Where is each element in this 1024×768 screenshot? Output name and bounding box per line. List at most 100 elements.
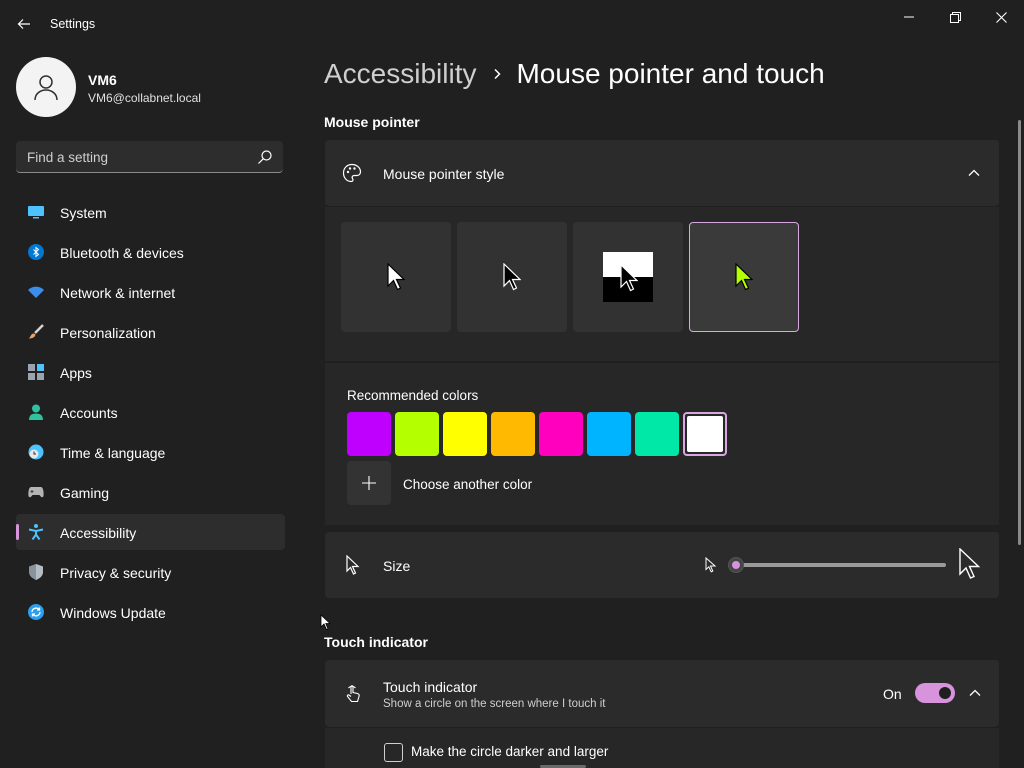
color-swatch-yellow[interactable] [443, 412, 487, 456]
large-pointer-icon [958, 547, 981, 585]
search-input[interactable]: Find a setting [16, 141, 283, 173]
pointer-style-custom[interactable] [689, 222, 799, 332]
page-title: Mouse pointer and touch [516, 58, 825, 89]
back-button[interactable] [12, 12, 36, 36]
search-placeholder: Find a setting [27, 150, 109, 165]
accessibility-icon [28, 524, 44, 540]
pointer-style-inverted[interactable] [573, 222, 683, 332]
app-title: Settings [50, 17, 96, 31]
close-icon [995, 11, 1007, 23]
pointer-style-options [325, 206, 999, 361]
recommended-colors-panel: Recommended colors Choose another color [325, 362, 999, 525]
sidebar-item-gaming[interactable]: Gaming [16, 474, 285, 510]
profile-email: VM6@collabnet.local [88, 91, 201, 105]
close-button[interactable] [978, 4, 1024, 30]
gamepad-icon [28, 484, 44, 500]
touch-hand-icon [343, 683, 363, 703]
pointer-style-white[interactable] [341, 222, 451, 332]
choose-color-label[interactable]: Choose another color [403, 477, 532, 492]
mouse-pointer-style-label: Mouse pointer style [383, 166, 505, 182]
globe-clock-icon [28, 444, 44, 460]
inverted-preview [603, 252, 653, 302]
color-swatch-pink[interactable] [539, 412, 583, 456]
bluetooth-icon [28, 244, 44, 260]
update-icon [28, 604, 44, 620]
touch-indicator-toggle[interactable] [915, 683, 955, 703]
minimize-icon [904, 16, 914, 18]
darker-circle-checkbox[interactable] [384, 743, 403, 762]
sidebar-item-label: System [60, 205, 107, 221]
sidebar-item-label: Privacy & security [60, 565, 172, 581]
sidebar-item-label: Accessibility [60, 525, 137, 541]
wifi-icon [28, 284, 44, 300]
sidebar-item-label: Apps [60, 365, 92, 381]
sidebar-item-label: Windows Update [60, 605, 166, 621]
cursor-white-icon [387, 263, 405, 291]
sidebar-item-label: Time & language [60, 445, 166, 461]
sidebar-item-apps[interactable]: Apps [16, 354, 285, 390]
apps-icon [28, 364, 44, 380]
sidebar-item-accessibility[interactable]: Accessibility [16, 514, 285, 550]
sidebar-item-label: Bluetooth & devices [60, 245, 184, 261]
pointer-outline-icon [343, 555, 363, 575]
sidebar-item-windows-update[interactable]: Windows Update [16, 594, 285, 630]
chevron-up-icon[interactable] [966, 165, 982, 181]
sidebar-nav: System Bluetooth & devices Network & int… [16, 194, 285, 634]
color-swatch-white[interactable] [683, 412, 727, 456]
breadcrumb: Accessibility Mouse pointer and touch [324, 58, 825, 90]
avatar[interactable] [16, 57, 76, 117]
mouse-cursor-icon [320, 614, 331, 631]
recommended-colors-label: Recommended colors [347, 388, 479, 403]
search-icon[interactable] [257, 149, 273, 165]
color-swatch-purple[interactable] [347, 412, 391, 456]
title-bar: Settings [0, 0, 1024, 48]
chevron-right-icon [492, 68, 502, 80]
sidebar-item-system[interactable]: System [16, 194, 285, 230]
sidebar-item-label: Personalization [60, 325, 156, 341]
system-icon [28, 204, 44, 220]
cursor-black-icon [503, 263, 521, 291]
breadcrumb-parent-link[interactable]: Accessibility [324, 58, 476, 90]
plus-icon [362, 476, 376, 490]
touch-indicator-label: Touch indicator [383, 679, 478, 695]
pointer-style-black[interactable] [457, 222, 567, 332]
chevron-up-icon[interactable] [967, 685, 983, 701]
sidebar-item-bluetooth[interactable]: Bluetooth & devices [16, 234, 285, 270]
section-title-touch-indicator: Touch indicator [324, 634, 428, 650]
choose-color-button[interactable] [347, 461, 391, 505]
sidebar-item-network[interactable]: Network & internet [16, 274, 285, 310]
brush-icon [28, 324, 44, 340]
accounts-icon [28, 404, 44, 420]
shield-icon [28, 564, 44, 580]
sidebar-item-personalization[interactable]: Personalization [16, 314, 285, 350]
cursor-inverted-icon [620, 264, 638, 292]
sidebar-item-label: Accounts [60, 405, 118, 421]
back-arrow-icon [17, 19, 30, 29]
color-swatch-blue[interactable] [587, 412, 631, 456]
color-swatch-orange[interactable] [491, 412, 535, 456]
touch-indicator-description: Show a circle on the screen where I touc… [383, 698, 606, 710]
section-title-mouse-pointer: Mouse pointer [324, 114, 420, 130]
mouse-pointer-style-card[interactable]: Mouse pointer style [325, 140, 999, 206]
small-pointer-icon [705, 556, 717, 578]
cursor-custom-icon [735, 263, 753, 291]
sidebar-item-accounts[interactable]: Accounts [16, 394, 285, 430]
palette-icon [342, 163, 362, 183]
sidebar-item-time-language[interactable]: Time & language [16, 434, 285, 470]
sidebar-item-label: Network & internet [60, 285, 176, 301]
sidebar-item-privacy[interactable]: Privacy & security [16, 554, 285, 590]
person-icon [34, 75, 58, 101]
sidebar-item-label: Gaming [60, 485, 110, 501]
color-swatch-lime[interactable] [395, 412, 439, 456]
size-label: Size [383, 558, 411, 574]
size-slider-thumb[interactable] [728, 557, 744, 573]
darker-circle-label[interactable]: Make the circle darker and larger [411, 744, 608, 759]
minimize-button[interactable] [886, 4, 932, 30]
restore-icon [949, 11, 961, 23]
color-swatch-teal[interactable] [635, 412, 679, 456]
vertical-scrollbar[interactable] [1018, 120, 1021, 545]
touch-toggle-state: On [883, 686, 902, 702]
profile-name: VM6 [88, 72, 117, 88]
size-slider-track[interactable] [736, 563, 946, 567]
restore-button[interactable] [932, 4, 978, 30]
